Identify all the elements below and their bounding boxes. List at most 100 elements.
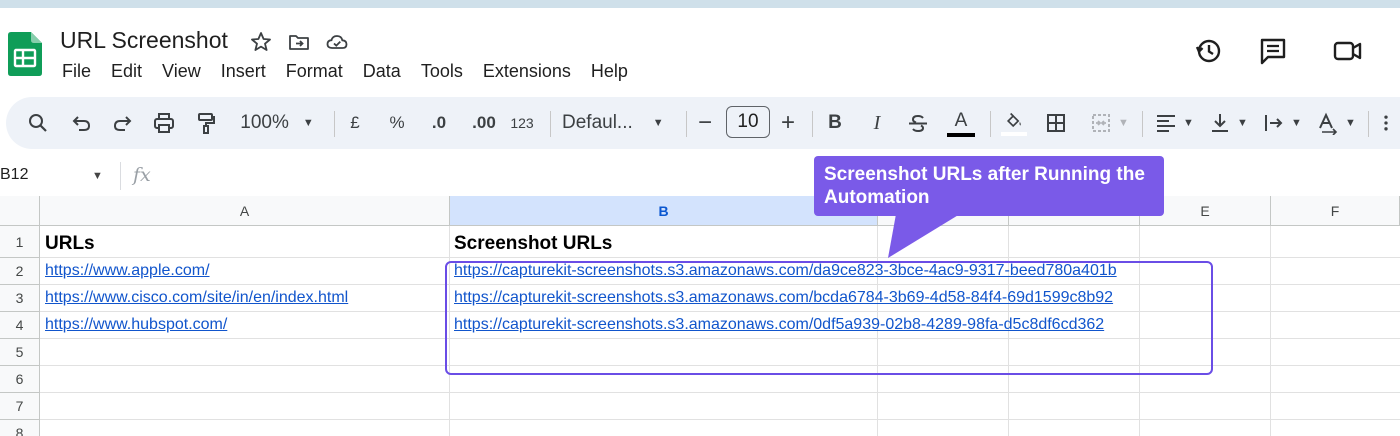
callout-pointer: [888, 214, 960, 258]
bold-label: B: [828, 112, 842, 133]
format-currency-button[interactable]: £: [342, 97, 368, 149]
star-icon[interactable]: [248, 30, 274, 54]
chevron-down-icon: ▼: [302, 117, 314, 129]
cell-a3[interactable]: https://www.cisco.com/site/in/en/index.h…: [45, 289, 348, 307]
print-button[interactable]: [150, 97, 178, 149]
menu-file[interactable]: File: [52, 60, 101, 84]
row-header-7[interactable]: 7: [0, 393, 40, 420]
version-history-icon[interactable]: [1192, 36, 1224, 66]
merge-cells-button[interactable]: ▼: [1084, 97, 1134, 149]
borders-button[interactable]: [1042, 97, 1070, 149]
cloud-saved-icon[interactable]: [324, 30, 350, 54]
cell-a4[interactable]: https://www.hubspot.com/: [45, 316, 227, 334]
row-header-1[interactable]: 1: [0, 226, 40, 258]
strikethrough-button[interactable]: [904, 97, 932, 149]
font-family-value: Defaul...: [562, 112, 633, 133]
fill-color-swatch: [1001, 131, 1027, 136]
more-options-button[interactable]: [1376, 97, 1396, 149]
row-header-2[interactable]: 2: [0, 258, 40, 285]
cell-b1[interactable]: Screenshot URLs: [454, 233, 612, 255]
cell-a1[interactable]: URLs: [45, 233, 95, 255]
borders-icon: [1047, 114, 1065, 132]
menu-extensions[interactable]: Extensions: [473, 60, 581, 84]
toolbar-divider: [1142, 111, 1143, 137]
menu-bar: File Edit View Insert Format Data Tools …: [52, 60, 638, 84]
align-left-icon: [1157, 115, 1176, 132]
more-vert-icon: [1384, 115, 1388, 131]
undo-button[interactable]: [68, 97, 96, 149]
zoom-select[interactable]: 100% ▼: [234, 97, 320, 149]
move-to-folder-icon[interactable]: [286, 30, 312, 54]
search-menus-button[interactable]: [24, 97, 52, 149]
column-header-a[interactable]: A: [40, 196, 450, 226]
fx-icon: fx: [133, 164, 151, 186]
select-all-corner[interactable]: [0, 196, 40, 226]
menu-help[interactable]: Help: [581, 60, 638, 84]
row-header-8[interactable]: 8: [0, 420, 40, 436]
more-formats-button[interactable]: 123: [506, 97, 538, 149]
vertical-align-button[interactable]: ▼: [1204, 97, 1252, 149]
text-color-label: A: [954, 110, 968, 131]
minus-label: −: [697, 109, 712, 136]
meet-icon[interactable]: [1326, 36, 1370, 66]
increase-decimal-button[interactable]: .00: [466, 97, 502, 149]
toolbar-divider: [990, 111, 991, 137]
gridline: [40, 392, 1400, 393]
menu-view[interactable]: View: [152, 60, 211, 84]
search-icon: [29, 114, 47, 132]
paint-bucket-icon: [1006, 112, 1021, 127]
merge-cells-icon: [1092, 114, 1111, 132]
chevron-down-icon: ▼: [1237, 117, 1248, 129]
sheets-logo-icon[interactable]: [8, 32, 42, 76]
number-format-label: 123: [510, 115, 534, 131]
print-icon: [154, 113, 174, 133]
gridline: [40, 419, 1400, 420]
italic-button[interactable]: I: [864, 97, 890, 149]
row-header-4[interactable]: 4: [0, 312, 40, 339]
font-family-select[interactable]: Defaul... ▼: [562, 97, 672, 149]
column-header-f[interactable]: F: [1271, 196, 1400, 226]
font-size-input[interactable]: 10: [726, 106, 770, 138]
paint-format-icon: [198, 113, 215, 134]
document-title[interactable]: URL Screenshot: [60, 27, 228, 54]
fill-color-button[interactable]: [1000, 97, 1028, 149]
zoom-value: 100%: [240, 112, 289, 133]
row-header-3[interactable]: 3: [0, 285, 40, 312]
toolbar-divider: [550, 111, 551, 137]
chevron-down-icon: ▼: [1118, 117, 1129, 129]
currency-label: £: [350, 113, 360, 132]
text-wrap-icon: [1265, 115, 1283, 131]
row-header-6[interactable]: 6: [0, 366, 40, 393]
menu-data[interactable]: Data: [353, 60, 411, 84]
decrease-font-size-button[interactable]: −: [694, 97, 716, 149]
increase-font-size-button[interactable]: +: [776, 97, 800, 149]
menu-format[interactable]: Format: [276, 60, 353, 84]
text-rotation-button[interactable]: ▼: [1312, 97, 1360, 149]
row-header-5[interactable]: 5: [0, 339, 40, 366]
menu-insert[interactable]: Insert: [211, 60, 276, 84]
align-bottom-icon: [1212, 114, 1229, 132]
cell-a2[interactable]: https://www.apple.com/: [45, 262, 210, 280]
horizontal-align-button[interactable]: ▼: [1150, 97, 1198, 149]
chevron-down-icon: ▼: [652, 117, 664, 129]
text-rotation-icon: [1319, 112, 1338, 135]
toolbar: 100% ▼ £ % .0 .00 123 Defaul... ▼ − 10 +…: [6, 97, 1400, 149]
redo-button[interactable]: [108, 97, 136, 149]
format-percent-button[interactable]: %: [384, 97, 410, 149]
menu-edit[interactable]: Edit: [101, 60, 152, 84]
menu-tools[interactable]: Tools: [411, 60, 473, 84]
redo-icon: [113, 116, 132, 131]
comments-icon[interactable]: [1257, 36, 1289, 66]
chevron-down-icon[interactable]: ▼: [92, 170, 103, 182]
plus-label: +: [780, 109, 795, 136]
decrease-decimal-button[interactable]: .0: [424, 97, 454, 149]
bold-button[interactable]: B: [822, 97, 848, 149]
text-color-button[interactable]: A: [944, 97, 978, 149]
text-wrapping-button[interactable]: ▼: [1258, 97, 1306, 149]
formula-input[interactable]: [170, 162, 1390, 190]
name-box[interactable]: B12: [0, 166, 28, 184]
chevron-down-icon: ▼: [1291, 117, 1302, 129]
paint-format-button[interactable]: [192, 97, 220, 149]
toolbar-divider: [1368, 111, 1369, 137]
percent-label: %: [389, 113, 405, 132]
